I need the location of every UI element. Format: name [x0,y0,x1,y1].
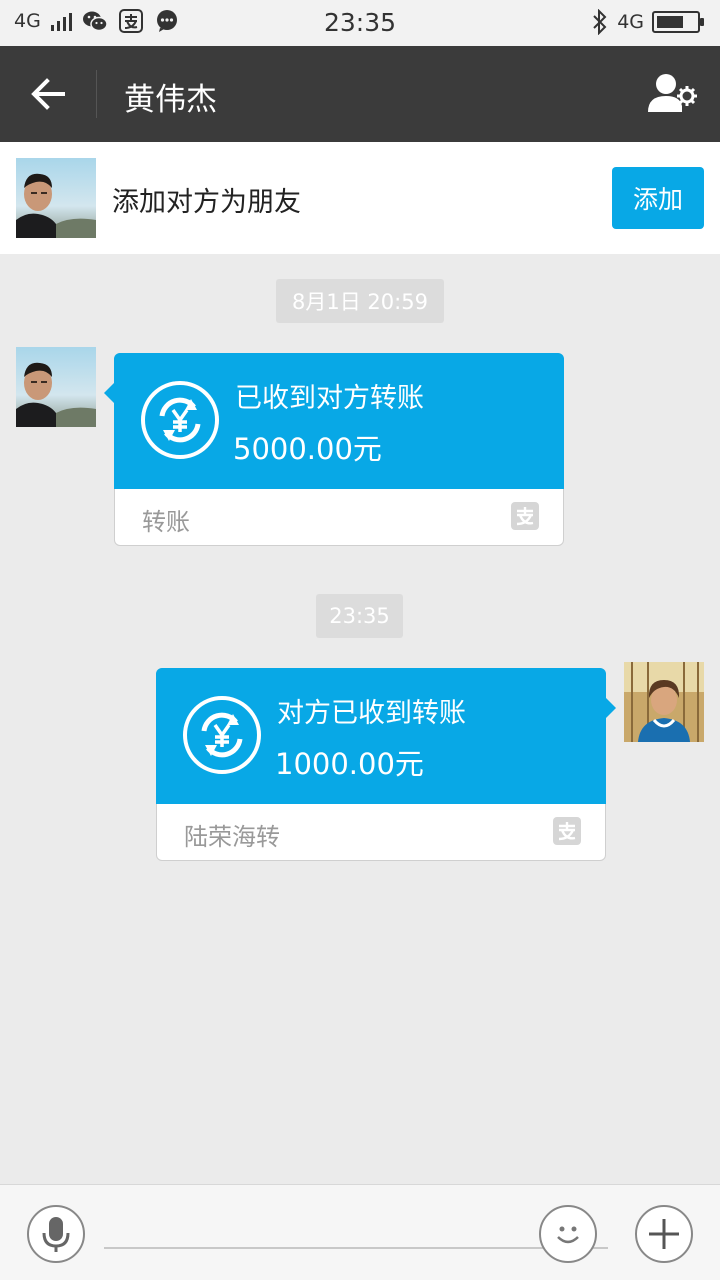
back-button[interactable] [22,70,74,118]
plus-icon [649,1219,679,1249]
bluetooth-icon [593,9,607,35]
more-button[interactable] [635,1205,693,1263]
title-divider [96,70,97,118]
status-right: 4G [591,9,704,35]
chat-title: 黄伟杰 [124,82,217,118]
transfer-card[interactable]: 对方已收到转账 1000.00元 陆荣海转 [156,668,616,861]
contact-settings-button[interactable] [646,70,698,118]
transfer-amount: 1000.00元 [275,747,424,781]
transfer-card[interactable]: 已收到对方转账 5000.00元 转账 [104,353,564,546]
add-friend-bar: 添加对方为朋友 添加 [0,142,720,254]
battery-icon [652,11,704,33]
title-bar: 黄伟杰 [0,46,720,142]
network-type-right: 4G [617,11,644,33]
add-friend-button[interactable]: 添加 [612,167,704,229]
transfer-footer: 转账 [142,508,190,536]
voice-button[interactable] [27,1205,85,1263]
alipay-icon [553,817,581,845]
microphone-icon [42,1217,70,1252]
input-bar [0,1184,720,1280]
emoji-button[interactable] [539,1205,597,1263]
smiley-icon [557,1226,579,1244]
transfer-yuan-icon [141,381,219,459]
timestamp: 8月1日 20:59 [276,279,444,323]
self-avatar[interactable] [624,662,704,742]
timestamp: 23:35 [316,594,403,638]
transfer-footer: 陆荣海转 [184,823,280,851]
transfer-yuan-icon [183,696,261,774]
transfer-title: 已收到对方转账 [235,383,424,414]
status-bar: 4G 23:35 4G [0,0,720,46]
add-friend-text: 添加对方为朋友 [112,187,301,218]
contact-avatar[interactable] [16,158,96,238]
alipay-icon [511,502,539,530]
transfer-amount: 5000.00元 [233,432,382,466]
sender-avatar[interactable] [16,347,96,427]
message-input[interactable] [104,1205,608,1249]
contact-settings-icon [648,74,697,112]
transfer-title: 对方已收到转账 [277,698,466,729]
back-arrow-icon [31,78,65,110]
